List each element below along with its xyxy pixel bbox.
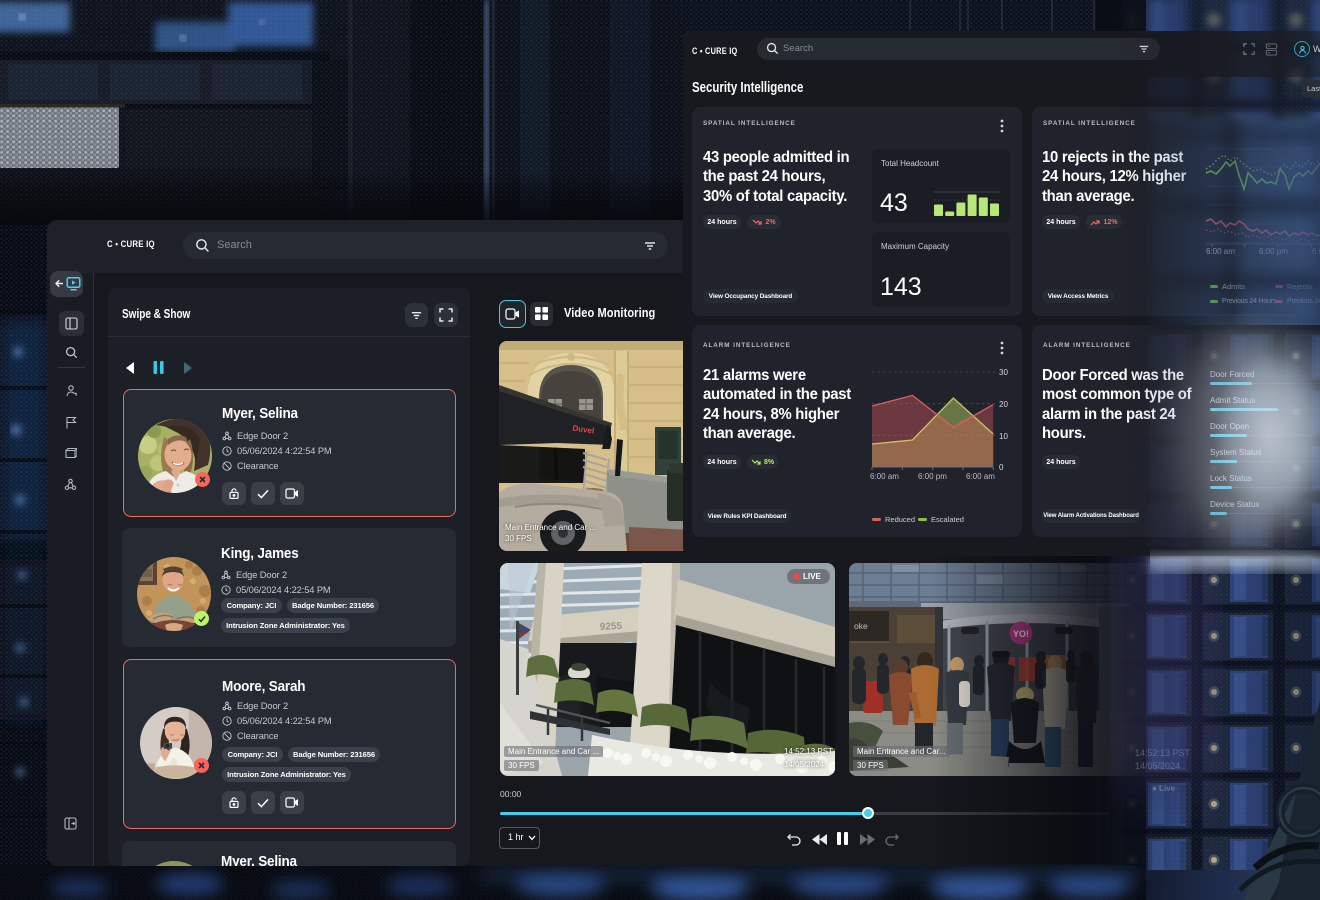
svg-text:6:00 pm: 6:00 pm [1259, 247, 1288, 256]
svg-text:6:00 am: 6:00 am [1312, 247, 1320, 256]
svg-text:6:00 am: 6:00 am [870, 472, 899, 481]
svg-text:10: 10 [999, 432, 1008, 441]
svg-text:6:00 pm: 6:00 pm [918, 472, 947, 481]
svg-text:6:00 am: 6:00 am [966, 472, 995, 481]
svg-text:0: 0 [999, 463, 1004, 472]
svg-text:oke: oke [854, 621, 868, 631]
svg-text:YO!: YO! [1013, 629, 1029, 639]
svg-text:30: 30 [999, 368, 1008, 377]
svg-text:9255: 9255 [600, 621, 623, 633]
svg-text:20: 20 [999, 400, 1008, 409]
svg-text:6:00 am: 6:00 am [1206, 247, 1235, 256]
